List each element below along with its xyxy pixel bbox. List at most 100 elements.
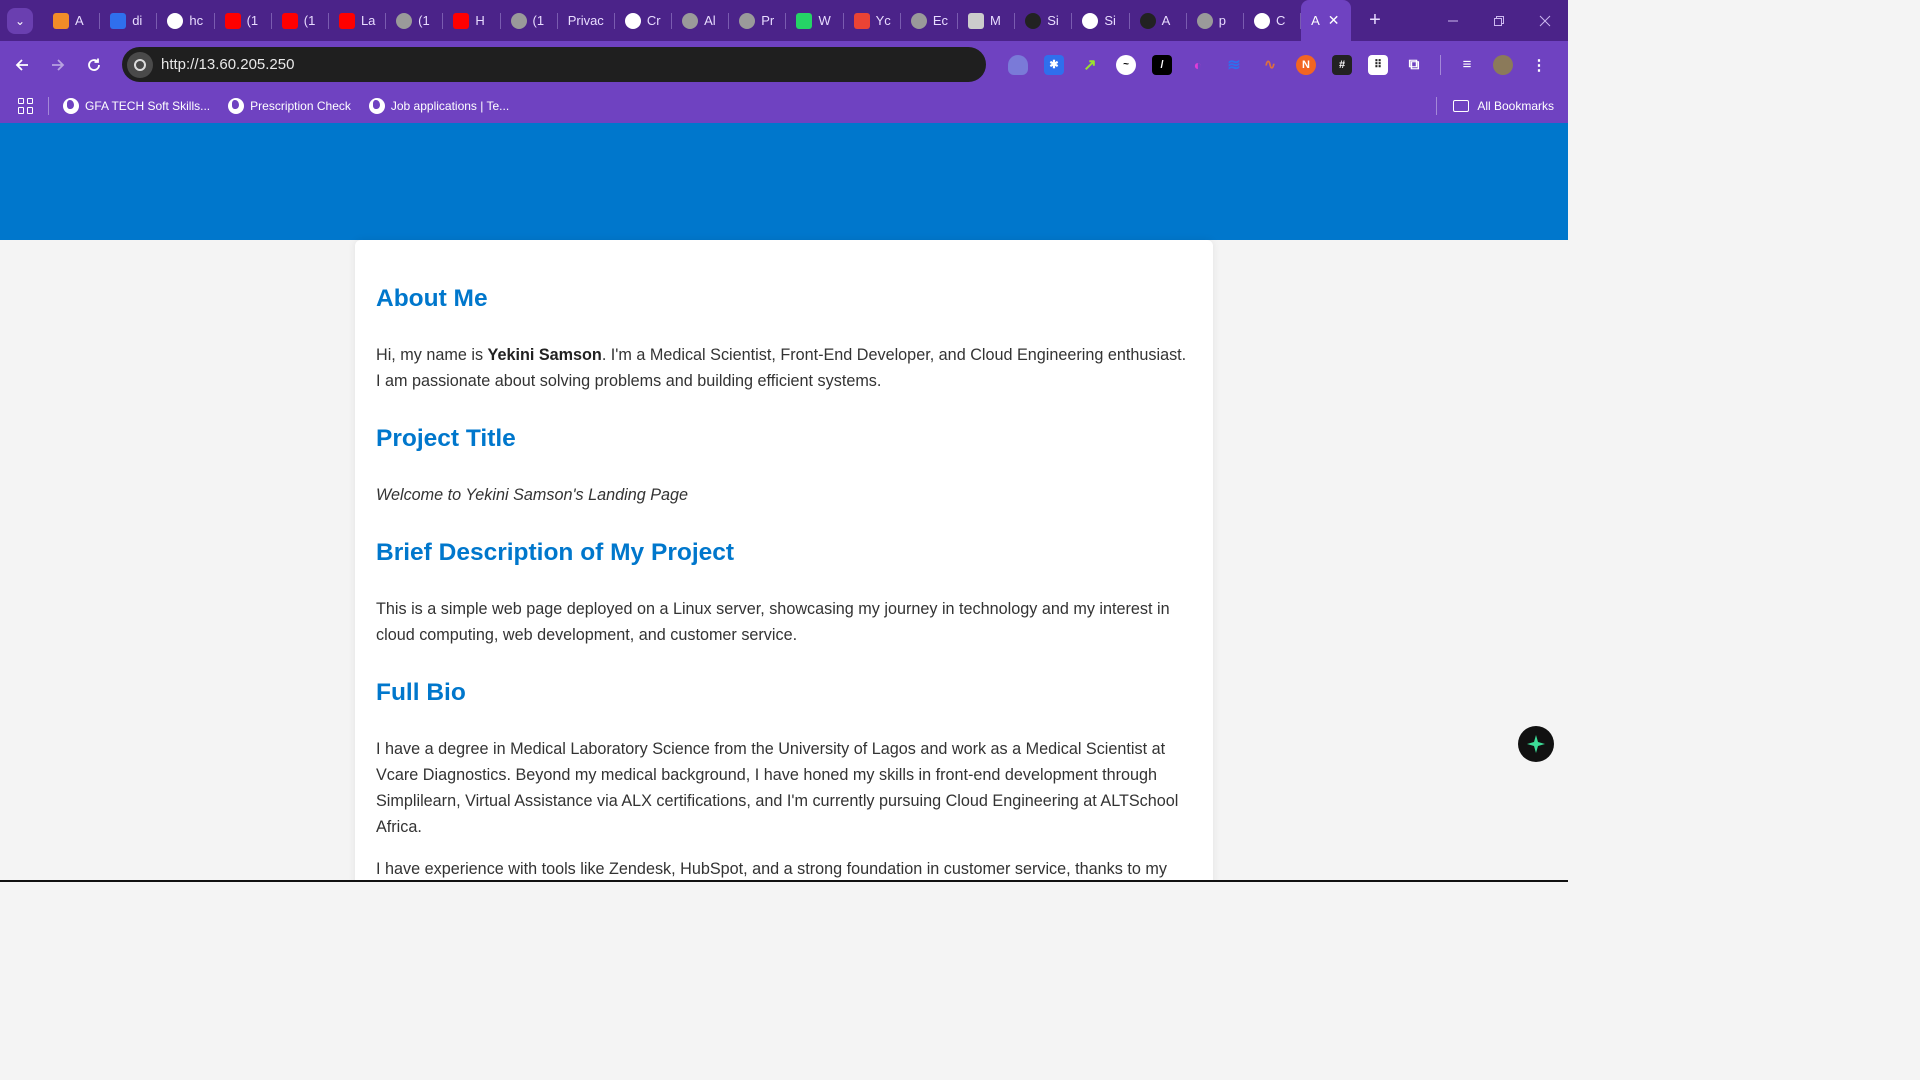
github-icon <box>1025 12 1042 29</box>
box-icon <box>53 12 69 29</box>
youtube-icon <box>281 12 298 29</box>
tab-search-button[interactable]: ⌄ <box>7 7 33 34</box>
ghost-icon <box>624 12 641 29</box>
tab-2[interactable]: hc <box>157 0 215 41</box>
bookmark-gfa-tech[interactable]: GFA TECH Soft Skills... <box>63 97 210 114</box>
grid-extension-icon[interactable]: ⠿ <box>1368 54 1388 75</box>
tab-9[interactable]: Privac <box>558 0 615 41</box>
tab-17[interactable]: Si <box>1015 0 1073 41</box>
address-bar[interactable]: http://13.60.205.250 <box>122 47 986 82</box>
tab-14[interactable]: Yc <box>844 0 901 41</box>
bio-paragraph-1: I have a degree in Medical Laboratory Sc… <box>376 740 1179 836</box>
tab-12[interactable]: Pr <box>729 0 787 41</box>
bookmarks-bar: GFA TECH Soft Skills... Prescription Che… <box>0 88 1568 123</box>
window-controls <box>1430 0 1568 41</box>
tab-0[interactable]: A <box>43 0 101 41</box>
tab-title: Pr <box>761 13 775 28</box>
bookmark-label: Prescription Check <box>250 98 351 113</box>
restore-button[interactable] <box>1476 0 1522 41</box>
tab-11[interactable]: Al <box>672 0 730 41</box>
extensions-bar: ✱ ↗ ~ / ◐ ≋ ∿ N # ⠿ ⧉ ≡ ⋮ <box>1000 41 1557 88</box>
all-bookmarks-button[interactable]: All Bookmarks <box>1436 88 1554 123</box>
tab-title: (1 <box>418 13 430 28</box>
author-name: Yekini Samson <box>487 346 602 364</box>
tab-title: Si <box>1104 13 1116 28</box>
google-icon <box>1082 12 1099 29</box>
globe-icon <box>368 97 385 114</box>
bookmarks-separator <box>1436 96 1438 115</box>
tab-10[interactable]: Cr <box>615 0 673 41</box>
tab-21[interactable]: C <box>1244 0 1302 41</box>
page-viewport[interactable]: About Me Hi, my name is Yekini Samson. I… <box>0 123 1568 882</box>
toolbar-separator <box>1440 54 1441 75</box>
reload-button[interactable] <box>76 47 112 83</box>
youtube-icon <box>338 12 355 29</box>
close-icon <box>1539 15 1551 26</box>
wave-extension-icon[interactable]: ~ <box>1116 54 1136 75</box>
globe-icon <box>510 12 527 29</box>
tab-8[interactable]: (1 <box>501 0 558 41</box>
forward-button[interactable] <box>40 47 76 83</box>
back-button[interactable] <box>4 47 40 83</box>
n-extension-icon[interactable]: N <box>1296 54 1316 75</box>
close-window-button[interactable] <box>1522 0 1568 41</box>
chevron-down-icon: ⌄ <box>14 13 26 28</box>
tab-19[interactable]: A <box>1130 0 1187 41</box>
tab-title: H <box>475 13 485 28</box>
openai-icon <box>1253 12 1270 29</box>
content-card: About Me Hi, my name is Yekini Samson. I… <box>355 240 1213 882</box>
bookmark-job-applications[interactable]: Job applications | Te... <box>368 97 509 114</box>
blue-extension-icon[interactable]: ≋ <box>1224 55 1244 75</box>
tab-18[interactable]: Si <box>1072 0 1130 41</box>
menu-icon[interactable]: ⋮ <box>1529 55 1549 75</box>
youtube-icon <box>453 12 470 29</box>
bookmarks-separator <box>48 96 49 115</box>
minimize-button[interactable] <box>1430 0 1476 41</box>
hash-extension-icon[interactable]: # <box>1332 54 1352 75</box>
tab-title: La <box>360 13 376 28</box>
tab-title: Privac <box>567 13 604 28</box>
star-extension-icon[interactable]: ✱ <box>1044 54 1064 75</box>
slash-extension-icon[interactable]: / <box>1152 54 1172 75</box>
tab-15[interactable]: Ec <box>901 0 958 41</box>
media-control-icon[interactable]: ≡ <box>1457 55 1477 75</box>
apps-icon[interactable] <box>18 97 34 114</box>
pink-extension-icon[interactable]: ◐ <box>1188 55 1208 75</box>
youtube-icon <box>224 12 241 29</box>
globe-icon <box>63 97 79 114</box>
tab-title: A <box>1311 13 1320 28</box>
tab-6[interactable]: (1 <box>386 0 444 41</box>
about-paragraph: Hi, my name is Yekini Samson. I'm a Medi… <box>376 346 1187 390</box>
tab-20[interactable]: p <box>1187 0 1244 41</box>
tab-5[interactable]: La <box>329 0 387 41</box>
browser-toolbar: http://13.60.205.250 ✱ ↗ ~ / ◐ ≋ ∿ N # ⠿… <box>0 41 1568 88</box>
arrow-left-icon <box>15 58 28 71</box>
new-tab-button[interactable]: + <box>1369 9 1381 32</box>
description-paragraph: This is a simple web page deployed on a … <box>376 600 1170 644</box>
tab-title: Al <box>704 13 716 28</box>
signature-extension-icon[interactable]: ∿ <box>1260 55 1280 75</box>
ghost-extension-icon[interactable] <box>1008 54 1028 75</box>
tab-13[interactable]: W <box>786 0 844 41</box>
globe-icon <box>1196 12 1213 29</box>
tab-1[interactable]: di <box>100 0 158 41</box>
tab-title: di <box>132 13 143 28</box>
tab-4[interactable]: (1 <box>272 0 329 41</box>
mail-icon <box>968 12 984 29</box>
tab-7[interactable]: H <box>443 0 501 41</box>
globe-icon <box>228 97 245 114</box>
bio-heading: Full Bio <box>376 679 466 706</box>
close-tab-icon[interactable]: ✕ <box>1328 12 1340 29</box>
puzzle-icon[interactable]: ⧉ <box>1404 55 1424 75</box>
avatar[interactable] <box>1493 54 1513 75</box>
tab-16[interactable]: M <box>958 0 1016 41</box>
bookmark-prescription-check[interactable]: Prescription Check <box>228 97 351 114</box>
site-info-button[interactable] <box>127 51 153 78</box>
folder-icon <box>1453 99 1470 112</box>
tab-3[interactable]: (1 <box>215 0 272 41</box>
chart-extension-icon[interactable]: ↗ <box>1080 55 1100 75</box>
all-bookmarks-label: All Bookmarks <box>1477 98 1554 113</box>
whatsapp-icon <box>796 12 813 29</box>
tab-active[interactable]: A ✕ <box>1301 0 1352 41</box>
assistant-button[interactable] <box>1518 726 1554 762</box>
